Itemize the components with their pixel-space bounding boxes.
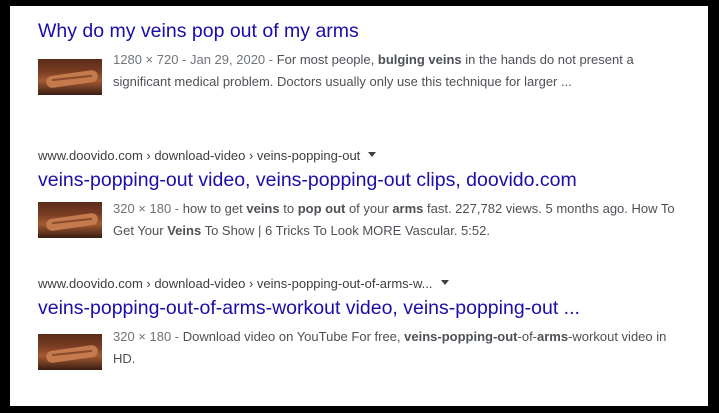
result-title-link[interactable]: veins-popping-out video, veins-popping-o… [38, 168, 678, 192]
result-url-breadcrumb[interactable]: www.doovido.com › download-video › veins… [38, 147, 678, 165]
snippet-segment: -of- [517, 329, 538, 344]
result-snippet: 320 × 180 - Download video on YouTube Fo… [113, 326, 678, 370]
result-meta: 1280 × 720 - Jan 29, 2020 - [113, 52, 277, 67]
snippet-keyword: bulging veins [377, 52, 462, 67]
result-snippet: 1280 × 720 - Jan 29, 2020 - For most peo… [113, 49, 678, 93]
snippet-keyword: arms [392, 201, 424, 216]
result-title-link[interactable]: Why do my veins pop out of my arms [38, 19, 678, 43]
search-result-3: www.doovido.com › download-video › veins… [38, 275, 678, 370]
snippet-keyword: veins [246, 201, 280, 216]
snippet-segment: how to get [182, 201, 247, 216]
snippet-text: how to get veins to pop out of your arms… [113, 201, 675, 238]
result-title-link[interactable]: veins-popping-out-of-arms-workout video,… [38, 296, 678, 320]
video-thumbnail[interactable] [38, 334, 102, 370]
search-results-page: Why do my veins pop out of my arms 1280 … [10, 6, 708, 406]
caret-down-icon[interactable] [440, 280, 449, 286]
search-result-1: Why do my veins pop out of my arms 1280 … [38, 19, 678, 95]
search-result-2: www.doovido.com › download-video › veins… [38, 147, 678, 242]
result-body: 1280 × 720 - Jan 29, 2020 - For most peo… [38, 49, 678, 95]
result-snippet: 320 × 180 - how to get veins to pop out … [113, 198, 678, 242]
snippet-keyword: veins-popping-out [404, 329, 518, 344]
caret-down-icon[interactable] [368, 152, 377, 158]
snippet-segment: to [279, 201, 298, 216]
result-body: 320 × 180 - how to get veins to pop out … [38, 198, 678, 242]
snippet-segment: of your [345, 201, 393, 216]
result-meta: 320 × 180 - [113, 329, 183, 344]
snippet-segment: For most people, [276, 52, 378, 67]
snippet-text: Download video on YouTube For free, vein… [113, 329, 666, 366]
result-body: 320 × 180 - Download video on YouTube Fo… [38, 326, 678, 370]
result-meta: 320 × 180 - [113, 201, 183, 216]
snippet-keyword: Veins [167, 223, 202, 238]
snippet-keyword: arms [537, 329, 569, 344]
result-url-text: www.doovido.com › download-video › veins… [38, 148, 361, 163]
snippet-keyword: pop out [297, 201, 346, 216]
video-thumbnail[interactable] [38, 59, 102, 95]
video-thumbnail[interactable] [38, 202, 102, 238]
result-url-text: www.doovido.com › download-video › veins… [38, 276, 433, 291]
result-url-breadcrumb[interactable]: www.doovido.com › download-video › veins… [38, 275, 678, 293]
snippet-segment: To Show | 6 Tricks To Look MORE Vascular… [201, 223, 490, 238]
snippet-segment: Download video on YouTube For free, [182, 329, 405, 344]
